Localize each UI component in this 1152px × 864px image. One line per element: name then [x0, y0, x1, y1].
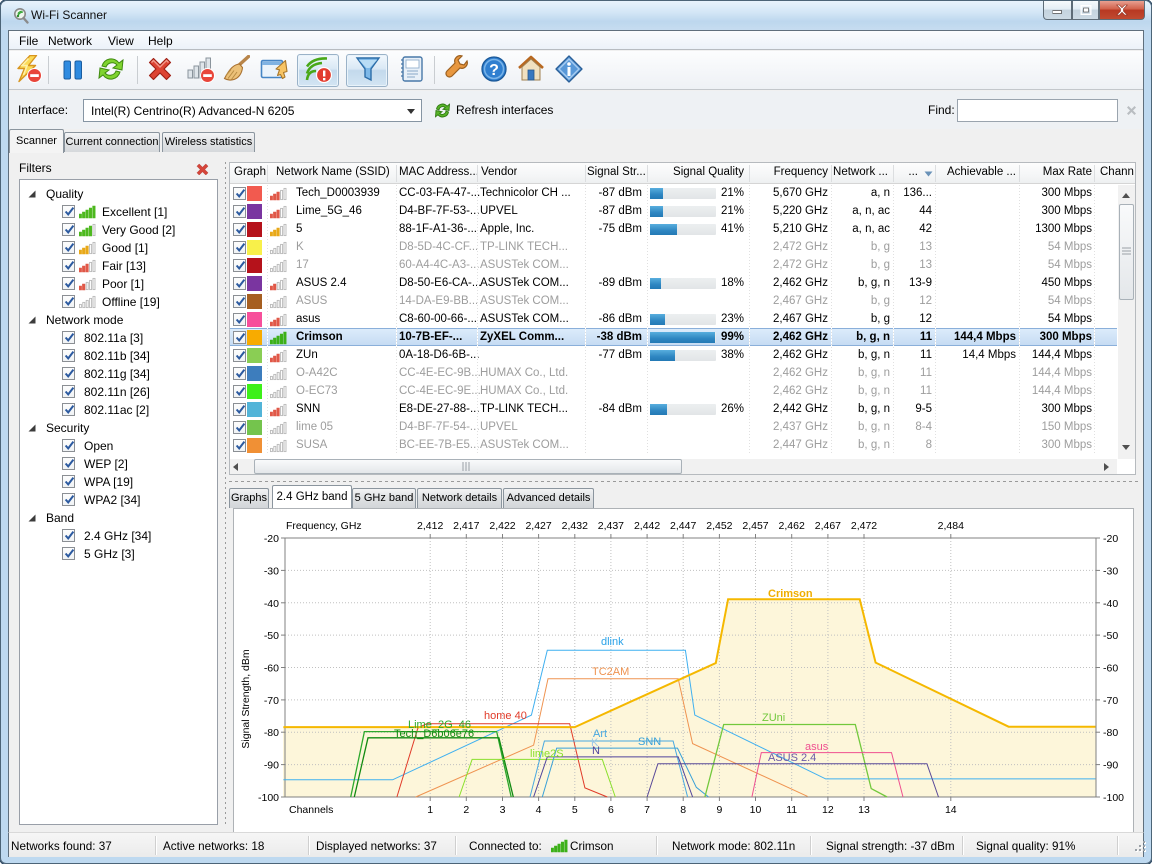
svg-text:5: 5 — [572, 804, 578, 816]
svg-text:2,422: 2,422 — [489, 520, 515, 532]
svg-text:3: 3 — [500, 804, 506, 816]
svg-text:8: 8 — [680, 804, 686, 816]
svg-text:-40: -40 — [264, 598, 279, 610]
svg-text:2,467: 2,467 — [815, 520, 841, 532]
svg-text:lime2S: lime2S — [530, 748, 564, 760]
svg-text:4: 4 — [536, 804, 542, 816]
svg-text:-90: -90 — [264, 760, 279, 772]
svg-text:Tech_D6b06e76: Tech_D6b06e76 — [394, 728, 474, 740]
svg-text:1: 1 — [427, 804, 433, 816]
svg-text:12: 12 — [822, 804, 834, 816]
svg-text:2,437: 2,437 — [598, 520, 624, 532]
svg-text:SNN: SNN — [638, 736, 661, 748]
svg-text:-70: -70 — [1103, 695, 1118, 707]
svg-text:Signal Strength, dBm: Signal Strength, dBm — [240, 649, 252, 748]
svg-text:2,427: 2,427 — [525, 520, 551, 532]
svg-text:TC2AM: TC2AM — [592, 666, 629, 678]
svg-text:-50: -50 — [1103, 630, 1118, 642]
svg-text:Frequency, GHz: Frequency, GHz — [286, 520, 362, 532]
svg-text:2,457: 2,457 — [742, 520, 768, 532]
svg-text:7: 7 — [644, 804, 650, 816]
svg-text:-60: -60 — [264, 663, 279, 675]
svg-text:ZUni: ZUni — [762, 712, 785, 724]
svg-text:Channels: Channels — [289, 804, 333, 816]
svg-text:2,447: 2,447 — [670, 520, 696, 532]
svg-text:ASUS 2.4: ASUS 2.4 — [768, 752, 816, 764]
svg-text:2,412: 2,412 — [417, 520, 443, 532]
svg-text:2,417: 2,417 — [453, 520, 479, 532]
svg-text:-90: -90 — [1103, 760, 1118, 772]
svg-text:14: 14 — [945, 804, 957, 816]
svg-text:-100: -100 — [1103, 792, 1124, 804]
svg-text:13: 13 — [858, 804, 870, 816]
svg-text:dlink: dlink — [601, 636, 624, 648]
svg-text:-70: -70 — [264, 695, 279, 707]
svg-text:-50: -50 — [264, 630, 279, 642]
svg-text:-60: -60 — [1103, 663, 1118, 675]
svg-text:2,432: 2,432 — [562, 520, 588, 532]
svg-text:-80: -80 — [1103, 727, 1118, 739]
svg-text:N: N — [592, 745, 600, 757]
svg-text:?: ? — [489, 62, 499, 79]
svg-text:-40: -40 — [1103, 598, 1118, 610]
svg-text:-20: -20 — [264, 533, 279, 545]
svg-text:-100: -100 — [258, 792, 279, 804]
svg-text:2,442: 2,442 — [634, 520, 660, 532]
svg-text:Crimson: Crimson — [768, 588, 813, 600]
svg-text:9: 9 — [716, 804, 722, 816]
svg-text:6: 6 — [608, 804, 614, 816]
svg-text:-80: -80 — [264, 727, 279, 739]
svg-text:2,452: 2,452 — [706, 520, 732, 532]
svg-text:-30: -30 — [1103, 565, 1118, 577]
svg-text:2: 2 — [463, 804, 469, 816]
svg-text:home 40: home 40 — [484, 710, 527, 722]
svg-text:2,484: 2,484 — [938, 520, 964, 532]
svg-text:2,472: 2,472 — [851, 520, 877, 532]
svg-text:2,462: 2,462 — [779, 520, 805, 532]
svg-text:10: 10 — [750, 804, 762, 816]
svg-text:-30: -30 — [264, 565, 279, 577]
svg-text:11: 11 — [786, 804, 797, 816]
svg-text:-20: -20 — [1103, 533, 1118, 545]
